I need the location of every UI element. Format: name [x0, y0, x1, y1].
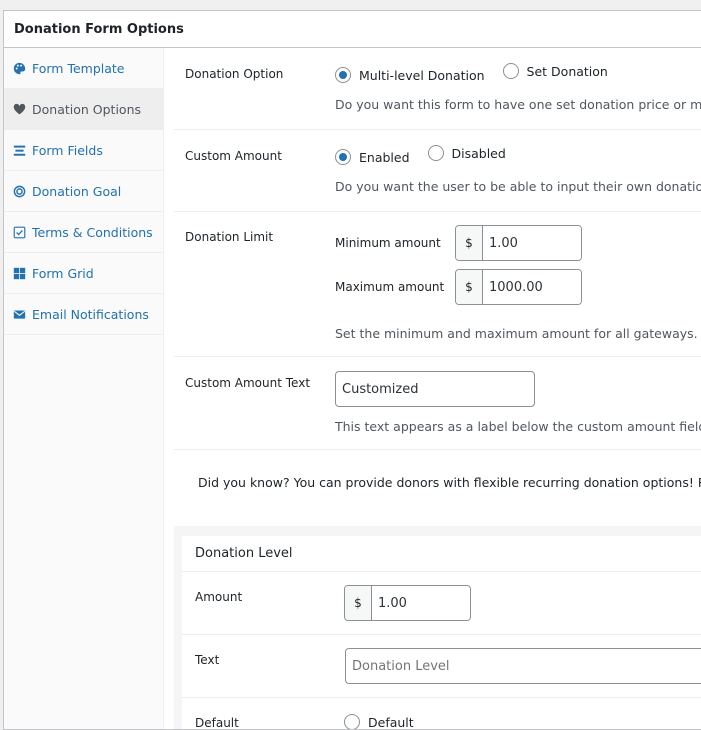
- field-label: Donation Option: [185, 67, 284, 81]
- sidebar-item-email-notifications[interactable]: Email Notifications: [4, 294, 163, 335]
- level-text-input[interactable]: [345, 648, 701, 684]
- max-amount-input[interactable]: [483, 270, 581, 304]
- field-label: Donation Limit: [185, 230, 274, 244]
- tip-notice: Did you know? You can provide donors wit…: [174, 450, 701, 515]
- target-icon: [13, 185, 26, 197]
- custom-amount-text-input[interactable]: [335, 371, 535, 407]
- radio-label: Multi-level Donation: [359, 67, 485, 83]
- min-amount-label: Minimum amount: [335, 235, 441, 250]
- sidebar-item-label: Form Fields: [32, 142, 103, 158]
- donation-level-box: Donation Level Amount $ Text Default Def…: [182, 536, 701, 729]
- field-label: Default: [195, 716, 239, 729]
- custom-amount-row: Custom Amount Enabled Disabled Do you wa…: [174, 130, 701, 212]
- radio-label: Disabled: [451, 145, 506, 161]
- radio-button[interactable]: [335, 149, 351, 165]
- radio-label: Set Donation: [526, 63, 608, 79]
- sidebar-item-form-grid[interactable]: Form Grid: [4, 253, 163, 294]
- sidebar-item-label: Terms & Conditions: [32, 224, 153, 240]
- panel-title: Donation Form Options: [4, 11, 701, 48]
- radio-disabled[interactable]: Disabled: [427, 145, 506, 161]
- radio-label: Enabled: [359, 149, 410, 165]
- field-description: Do you want this form to have one set do…: [335, 97, 701, 112]
- radio-button[interactable]: [335, 67, 351, 83]
- donation-limit-row: Donation Limit Minimum amount $ Maximum a…: [174, 212, 701, 357]
- donation-levels-area: Donation Level Amount $ Text Default Def…: [174, 526, 701, 729]
- sidebar: Form Template Donation Options Form Fiel…: [4, 48, 164, 729]
- donation-form-options-panel: Donation Form Options Form Template Dona…: [3, 10, 701, 730]
- main-content: Donation Option Multi-level Donation Set…: [174, 48, 701, 729]
- radio-default[interactable]: Default: [344, 714, 414, 729]
- radio-button[interactable]: [427, 145, 444, 161]
- field-description: Do you want the user to be able to input…: [335, 179, 701, 194]
- sidebar-item-donation-options[interactable]: Donation Options: [4, 89, 163, 130]
- donation-level-title: Donation Level: [182, 536, 701, 572]
- sidebar-item-label: Email Notifications: [32, 306, 149, 322]
- custom-amount-radios: Enabled Disabled: [335, 145, 520, 165]
- currency-symbol: $: [345, 586, 372, 620]
- sidebar-item-terms-conditions[interactable]: Terms & Conditions: [4, 212, 163, 253]
- radio-set-donation[interactable]: Set Donation: [502, 63, 608, 79]
- sidebar-item-label: Form Template: [32, 60, 125, 76]
- donation-option-row: Donation Option Multi-level Donation Set…: [174, 48, 701, 130]
- heart-icon: [13, 103, 26, 114]
- level-amount-input[interactable]: [372, 586, 470, 620]
- level-default-row: Default Default: [182, 698, 701, 729]
- grid-icon: [13, 267, 26, 279]
- field-description: Set the minimum and maximum amount for a…: [335, 326, 698, 341]
- sidebar-item-label: Donation Options: [32, 101, 142, 117]
- radio-enabled[interactable]: Enabled: [335, 149, 410, 165]
- field-description: This text appears as a label below the c…: [335, 419, 701, 434]
- min-amount-input[interactable]: [483, 226, 581, 260]
- level-text-row: Text: [182, 635, 701, 698]
- custom-amount-text-row: Custom Amount Text This text appears as …: [174, 357, 701, 450]
- palette-icon: [13, 62, 26, 74]
- currency-symbol: $: [456, 226, 483, 260]
- tip-text: Did you know? You can provide donors wit…: [198, 475, 701, 490]
- min-amount-group: Minimum amount $: [335, 225, 582, 261]
- field-label: Custom Amount: [185, 149, 282, 163]
- donation-option-radios: Multi-level Donation Set Donation: [335, 63, 622, 83]
- envelope-icon: [13, 309, 26, 319]
- sidebar-item-donation-goal[interactable]: Donation Goal: [4, 171, 163, 212]
- radio-label: Default: [368, 714, 414, 730]
- sidebar-item-label: Donation Goal: [32, 183, 122, 199]
- field-label: Amount: [195, 590, 243, 604]
- radio-button[interactable]: [502, 63, 519, 79]
- sidebar-item-form-template[interactable]: Form Template: [4, 48, 163, 89]
- sidebar-item-form-fields[interactable]: Form Fields: [4, 130, 163, 171]
- currency-symbol: $: [456, 270, 483, 304]
- level-amount-row: Amount $: [182, 572, 701, 635]
- radio-button[interactable]: [344, 714, 360, 729]
- max-amount-label: Maximum amount: [335, 279, 445, 294]
- checkbox-icon: [13, 226, 26, 238]
- radio-multi-level[interactable]: Multi-level Donation: [335, 67, 485, 83]
- sidebar-item-label: Form Grid: [32, 265, 94, 281]
- max-amount-group: Maximum amount $: [335, 269, 582, 305]
- field-label: Custom Amount Text: [185, 376, 311, 390]
- list-icon: [13, 145, 26, 156]
- field-label: Text: [195, 653, 220, 667]
